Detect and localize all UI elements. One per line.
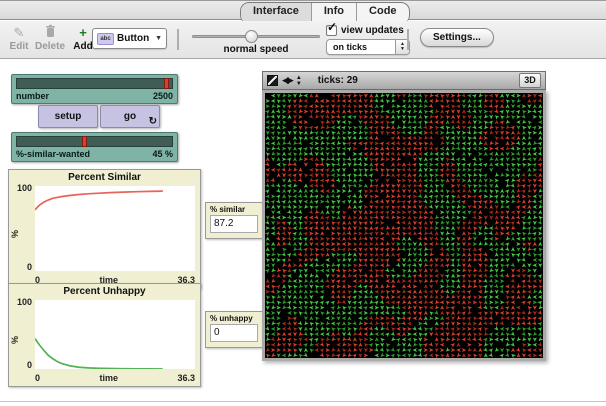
y-axis-min: 0	[9, 360, 32, 370]
view-header: ◀▶ ▲▼ ticks: 29 3D	[262, 71, 546, 90]
update-mode-dropdown[interactable]: on ticks ▲▼	[326, 39, 410, 55]
tab-strip: Interface Info Code	[0, 1, 606, 20]
tab-info[interactable]: Info	[312, 3, 357, 21]
number-slider-handle[interactable]	[164, 78, 169, 89]
button-widget-icon: abc	[97, 33, 114, 45]
widget-type-label: Button	[117, 33, 152, 44]
number-slider-track[interactable]	[16, 78, 173, 89]
netlogo-window: Interface Info Code ✎ Edit Delete + Add …	[0, 0, 606, 406]
speed-label: normal speed	[192, 44, 320, 55]
speed-slider: normal speed	[192, 29, 320, 55]
view-updates-checkbox[interactable]: ✓	[326, 25, 337, 36]
ticks-counter: ticks: 29	[318, 75, 515, 86]
y-axis-label: %	[10, 230, 20, 238]
delete-label: Delete	[33, 41, 67, 52]
similar-wanted-slider-track[interactable]	[16, 136, 173, 147]
edit-tool[interactable]: ✎ Edit	[2, 24, 36, 52]
go-button[interactable]: go ↻	[100, 105, 160, 128]
toolbar: ✎ Edit Delete + Add abc Button ▼ normal …	[0, 21, 606, 59]
speed-slider-track[interactable]	[192, 35, 320, 38]
plot-title: Percent Unhappy	[9, 286, 200, 297]
horizontal-arrows-icon[interactable]: ◀▶	[282, 75, 292, 86]
monitor-value: 0	[210, 324, 258, 342]
widget-type-dropdown[interactable]: abc Button ▼	[92, 28, 167, 49]
x-axis-max: 36.3	[177, 373, 195, 383]
view-updates-label: view updates	[341, 25, 404, 36]
tab-interface[interactable]: Interface	[241, 3, 312, 21]
similar-wanted-slider-handle[interactable]	[82, 136, 87, 147]
number-slider-value: 2500	[153, 91, 173, 101]
monitor-label: % unhappy	[210, 314, 258, 323]
tab-code[interactable]: Code	[357, 3, 409, 21]
plot-canvas	[35, 186, 195, 271]
plot-percent-unhappy: Percent Unhappy 100 % 0 0 time 36.3	[8, 283, 201, 387]
world-view[interactable]	[262, 90, 546, 361]
view-updates-group: ✓ view updates on ticks ▲▼	[326, 25, 412, 55]
trash-icon	[33, 24, 67, 41]
plot-canvas	[35, 300, 195, 369]
y-axis-min: 0	[9, 262, 32, 272]
update-mode-value: on ticks	[327, 42, 395, 52]
go-button-label: go	[124, 111, 136, 122]
view-3d-button[interactable]: 3D	[519, 73, 541, 88]
checkmark-icon: ✓	[327, 20, 337, 34]
edit-label: Edit	[2, 41, 36, 52]
forever-icon: ↻	[149, 117, 157, 127]
plot-percent-similar: Percent Similar 100 % 0 0 time 36.3	[8, 169, 201, 289]
chevron-down-icon: ▼	[155, 35, 162, 42]
number-slider: number 2500	[11, 74, 178, 104]
y-axis-max: 100	[9, 183, 32, 193]
toolbar-separator	[407, 29, 409, 50]
delete-tool[interactable]: Delete	[33, 24, 67, 52]
similar-wanted-value: 45 %	[152, 149, 173, 159]
similar-wanted-slider: %-similar-wanted 45 %	[11, 132, 178, 162]
setup-button[interactable]: setup	[38, 105, 98, 128]
edit-pencil-icon: ✎	[2, 24, 36, 41]
monitor-value: 87.2	[210, 215, 258, 233]
vertical-arrows-icon[interactable]: ▲▼	[296, 75, 302, 87]
settings-button[interactable]: Settings...	[420, 28, 494, 47]
speed-slider-knob[interactable]	[245, 30, 258, 43]
window-bottom-divider	[0, 401, 606, 402]
number-slider-label: number	[16, 91, 49, 101]
monitor-label: % similar	[210, 205, 258, 214]
x-axis-min: 0	[35, 373, 40, 383]
y-axis-label: %	[10, 336, 20, 344]
toolbar-separator	[177, 29, 179, 50]
y-axis-max: 100	[9, 297, 32, 307]
plot-title: Percent Similar	[9, 172, 200, 183]
x-axis-label: time	[99, 373, 118, 383]
monitor-percent-unhappy: % unhappy 0	[205, 311, 263, 348]
view-resize-icon[interactable]	[267, 75, 278, 86]
monitor-percent-similar: % similar 87.2	[205, 202, 263, 239]
similar-wanted-label: %-similar-wanted	[16, 149, 90, 159]
